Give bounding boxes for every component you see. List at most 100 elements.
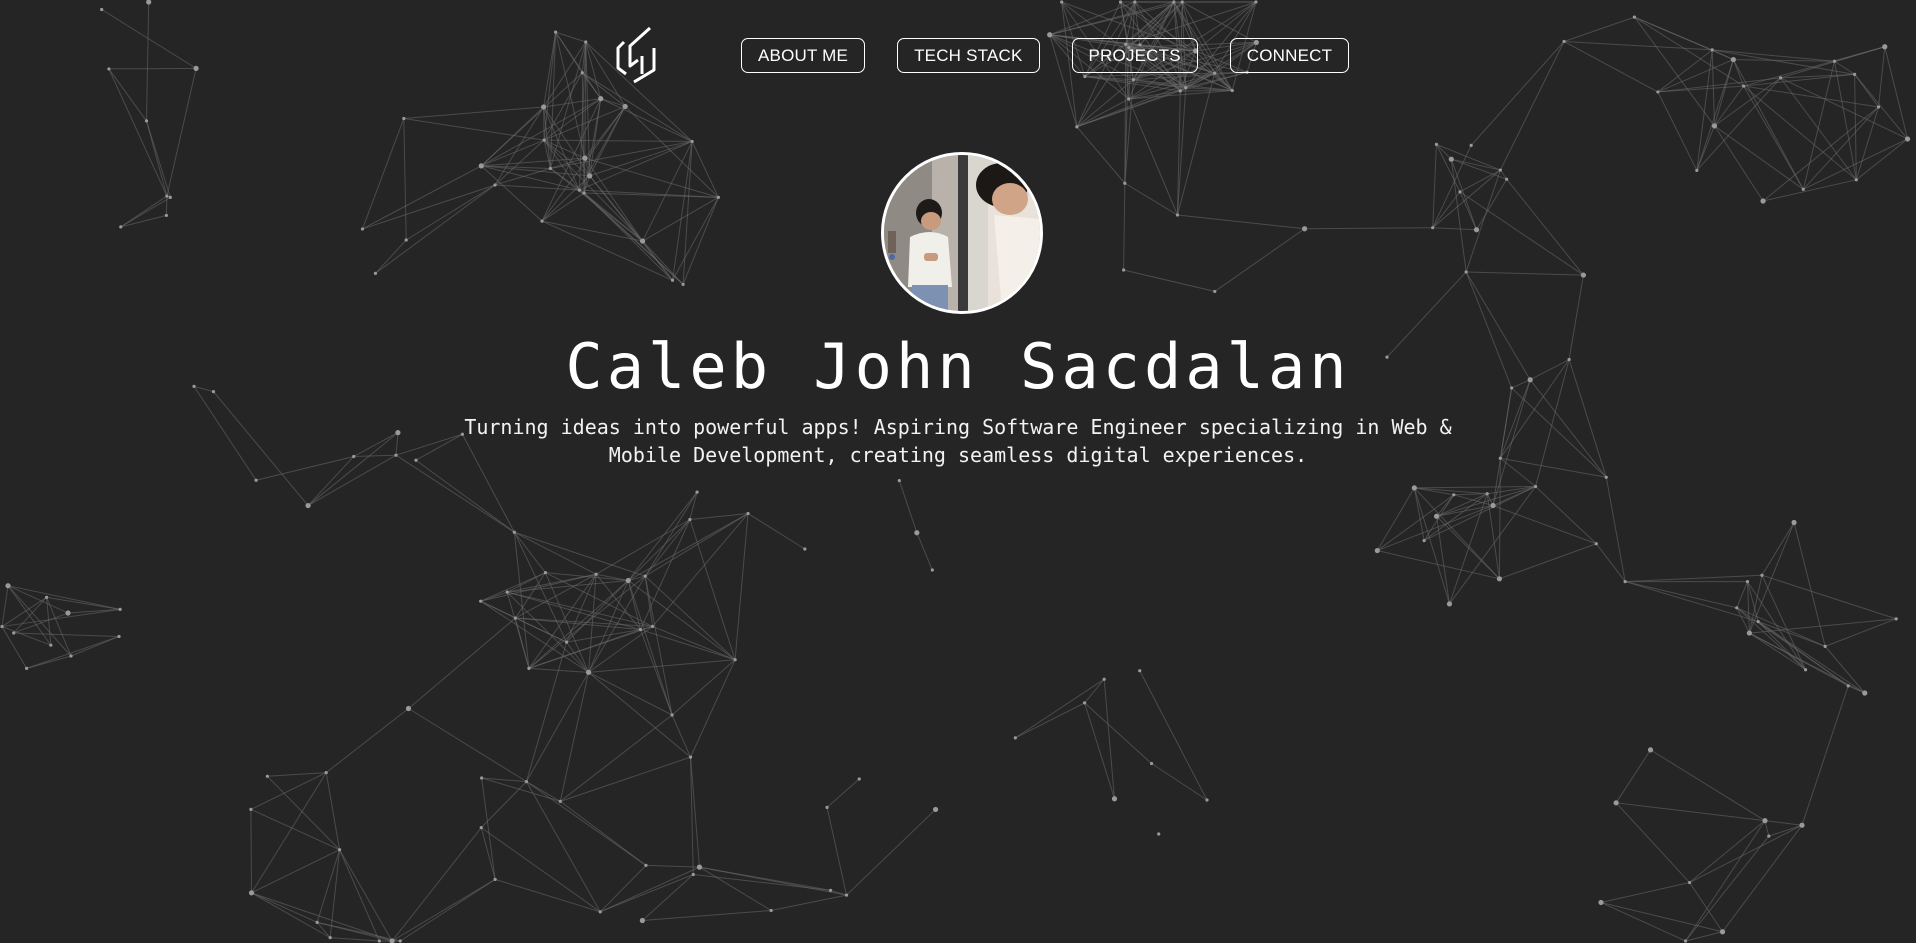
network-link — [528, 573, 597, 669]
network-link — [1506, 178, 1584, 276]
network-node — [1853, 72, 1857, 76]
network-link — [1712, 49, 1835, 62]
network-node — [1075, 125, 1079, 129]
network-node — [1175, 213, 1180, 217]
network-node — [479, 599, 483, 603]
network-node — [1102, 677, 1106, 681]
network-node — [168, 195, 172, 200]
network-node — [639, 917, 645, 924]
network-link — [682, 197, 719, 285]
network-node — [585, 669, 592, 675]
network-link — [1689, 820, 1766, 883]
network-link — [353, 432, 399, 457]
network-node — [1374, 547, 1380, 554]
network-link — [1414, 486, 1536, 489]
network-node — [541, 104, 547, 110]
network-node — [328, 936, 332, 940]
network-node — [1122, 268, 1126, 272]
network-node — [1598, 899, 1604, 906]
network-link — [583, 192, 643, 242]
network-link — [1177, 214, 1305, 230]
network-link — [480, 827, 601, 913]
network-node — [681, 282, 685, 287]
network-link — [1498, 458, 1501, 579]
network-link — [1376, 487, 1415, 551]
network-link — [1436, 143, 1501, 171]
network-link — [251, 892, 393, 942]
network-node — [1683, 939, 1688, 943]
network-link — [1128, 98, 1178, 216]
network-node — [1082, 701, 1087, 705]
network-link — [1084, 678, 1105, 704]
network-node — [564, 640, 569, 644]
nav-connect-button[interactable]: CONNECT — [1229, 38, 1350, 73]
network-link — [120, 214, 167, 228]
network-node — [914, 530, 920, 536]
network-link — [108, 68, 168, 197]
network-link — [1015, 702, 1085, 739]
network-link — [1696, 59, 1734, 171]
network-link — [1749, 632, 1865, 694]
network-node — [527, 666, 531, 670]
network-node — [1047, 32, 1053, 38]
network-link — [1123, 183, 1126, 271]
network-node — [493, 183, 497, 187]
network-link — [1123, 269, 1215, 292]
network-link — [391, 878, 496, 942]
network-node — [493, 877, 497, 881]
network-node — [857, 777, 861, 781]
cj-logo-icon[interactable] — [616, 26, 658, 84]
network-node — [402, 116, 406, 121]
network-node — [670, 713, 674, 717]
network-link — [1, 585, 9, 627]
nav-about-me-button[interactable]: ABOUT ME — [741, 38, 866, 73]
network-node — [1876, 105, 1881, 109]
network-link — [585, 41, 602, 99]
network-node — [1746, 630, 1752, 636]
network-node — [193, 65, 199, 71]
network-link — [1732, 59, 1745, 87]
network-node — [1213, 289, 1217, 294]
network-node — [554, 30, 558, 34]
network-link — [1615, 749, 1651, 804]
network-link — [70, 635, 120, 657]
network-link — [1600, 882, 1690, 903]
network-link — [514, 531, 646, 577]
network-node — [1756, 619, 1760, 624]
network-node — [1172, 0, 1176, 4]
network-node — [1832, 59, 1837, 63]
network-link — [1625, 581, 1737, 609]
network-node — [1760, 573, 1764, 577]
network-node — [404, 238, 408, 242]
network-link — [1600, 902, 1686, 942]
network-link — [1377, 550, 1500, 580]
network-node — [1711, 123, 1718, 129]
network-node — [638, 627, 643, 632]
network-link — [307, 456, 355, 506]
network-link — [353, 454, 397, 457]
network-link — [640, 629, 736, 661]
network-link — [1436, 144, 1452, 160]
network-link — [1076, 126, 1126, 184]
network-link — [1499, 41, 1565, 171]
network-node — [315, 920, 319, 924]
network-link — [7, 585, 121, 610]
network-node — [373, 271, 378, 275]
network-node — [164, 213, 168, 218]
network-node — [1779, 76, 1783, 80]
network-link — [1768, 824, 1803, 837]
nav-projects-button[interactable]: PROJECTS — [1071, 38, 1198, 73]
network-node — [584, 40, 588, 44]
nav-tech-stack-button[interactable]: TECH STACK — [897, 38, 1040, 73]
network-link — [898, 480, 918, 533]
network-link — [1423, 493, 1488, 541]
network-link — [644, 513, 749, 577]
network-node — [0, 624, 4, 629]
network-node — [1469, 143, 1473, 147]
network-node — [1498, 168, 1502, 172]
network-link — [339, 849, 393, 942]
network-link — [1855, 138, 1908, 181]
network-link — [1, 626, 52, 646]
network-link — [690, 659, 736, 758]
network-link — [599, 865, 647, 913]
